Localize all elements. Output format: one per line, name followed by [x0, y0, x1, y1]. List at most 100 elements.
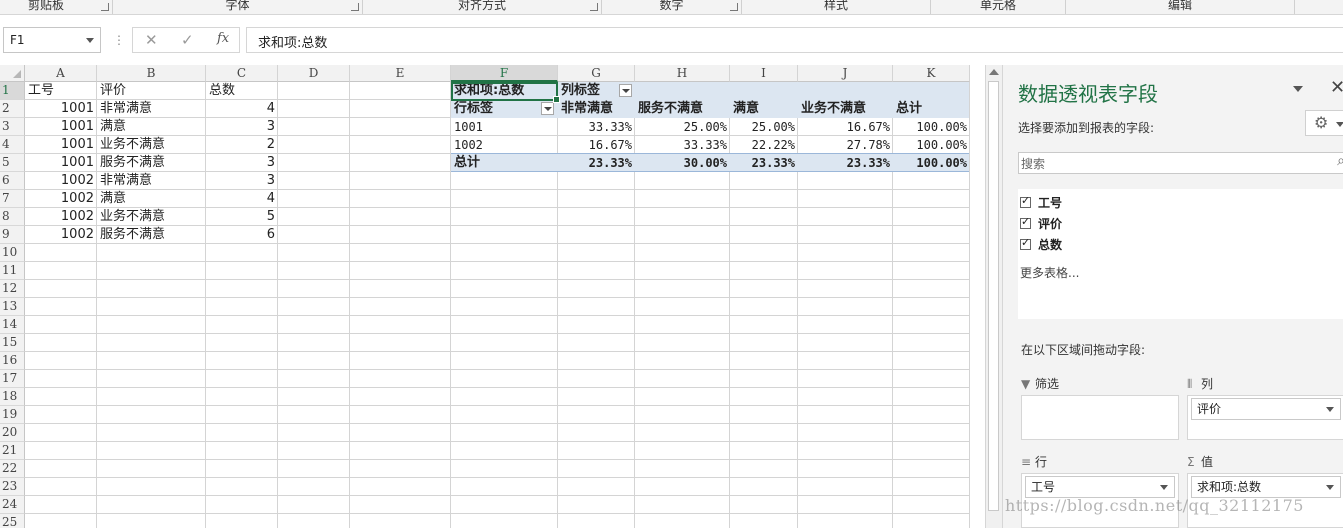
pivot-row-label[interactable]: 行标签 — [451, 100, 541, 118]
row-header[interactable]: 25 — [0, 514, 25, 528]
values-field-pill[interactable]: 求和项:总数 — [1191, 476, 1341, 498]
enter-icon[interactable]: ✓ — [181, 31, 194, 49]
column-header-j[interactable]: J — [798, 65, 893, 82]
vertical-scrollbar[interactable] — [985, 65, 1002, 528]
pivot-total-cell[interactable]: 30.00% — [635, 154, 730, 172]
pivot-total-cell[interactable]: 23.33% — [558, 154, 635, 172]
cell[interactable]: 1001 — [25, 118, 97, 136]
cell[interactable]: 满意 — [97, 118, 206, 136]
cell[interactable]: 3 — [206, 118, 278, 136]
row-header[interactable]: 20 — [0, 424, 25, 442]
row-header[interactable]: 14 — [0, 316, 25, 334]
cell[interactable]: 1002 — [25, 226, 97, 244]
column-header-h[interactable]: H — [635, 65, 730, 82]
cell[interactable]: 2 — [206, 136, 278, 154]
cell[interactable]: 6 — [206, 226, 278, 244]
cell[interactable]: 3 — [206, 172, 278, 190]
pivot-value-cell[interactable]: 22.22% — [730, 136, 798, 154]
cell-header[interactable]: 总数 — [206, 82, 278, 100]
checkbox-checked-icon[interactable] — [1020, 236, 1031, 250]
columns-field-pill[interactable]: 评价 — [1191, 398, 1341, 420]
row-header[interactable]: 17 — [0, 370, 25, 388]
filter-drop-area[interactable] — [1021, 395, 1179, 440]
scroll-up-icon[interactable] — [989, 69, 999, 75]
pivot-row-item[interactable]: 1002 — [451, 136, 558, 154]
row-filter-dropdown-icon[interactable] — [541, 102, 554, 115]
cell[interactable]: 1001 — [25, 100, 97, 118]
pivot-value-cell[interactable]: 16.67% — [558, 136, 635, 154]
pivot-total-cell[interactable]: 23.33% — [798, 154, 893, 172]
columns-drop-area[interactable]: 评价 — [1187, 395, 1343, 440]
row-header[interactable]: 12 — [0, 280, 25, 298]
column-header-g[interactable]: G — [558, 65, 635, 82]
dialog-launcher-icon[interactable] — [351, 3, 359, 11]
row-header[interactable]: 2 — [0, 100, 25, 118]
dialog-launcher-icon[interactable] — [101, 3, 109, 11]
select-all-corner[interactable] — [0, 65, 25, 82]
row-header[interactable]: 4 — [0, 136, 25, 154]
row-header[interactable]: 8 — [0, 208, 25, 226]
row-header[interactable]: 5 — [0, 154, 25, 172]
column-header-b[interactable]: B — [97, 65, 206, 82]
pivot-value-cell[interactable]: 100.00% — [893, 136, 970, 154]
row-header[interactable]: 10 — [0, 244, 25, 262]
row-header[interactable]: 16 — [0, 352, 25, 370]
cell[interactable]: 服务不满意 — [97, 226, 206, 244]
cell[interactable]: 满意 — [97, 190, 206, 208]
pivot-value-cell[interactable]: 33.33% — [635, 136, 730, 154]
search-input[interactable]: 搜索 ⌕ — [1018, 152, 1343, 174]
cell[interactable]: 5 — [206, 208, 278, 226]
pivot-grand-total-label[interactable]: 总计 — [451, 154, 558, 172]
chevron-down-icon[interactable] — [1293, 86, 1303, 92]
cell[interactable]: 3 — [206, 154, 278, 172]
worksheet-grid[interactable]: A B C D E F G H I J K 1 2 3 4 5 6 7 8 9 … — [0, 65, 985, 528]
row-header[interactable]: 1 — [0, 82, 25, 100]
row-header[interactable]: 19 — [0, 406, 25, 424]
column-header-e[interactable]: E — [350, 65, 451, 82]
cell[interactable]: 4 — [206, 100, 278, 118]
row-header[interactable]: 24 — [0, 496, 25, 514]
dialog-launcher-icon[interactable] — [590, 3, 598, 11]
column-header-a[interactable]: A — [25, 65, 97, 82]
cancel-icon[interactable]: ✕ — [145, 31, 158, 49]
pivot-column-header[interactable]: 服务不满意 — [635, 100, 730, 118]
insert-function-icon[interactable]: fx — [217, 31, 229, 46]
search-icon[interactable]: ⌕ — [1337, 153, 1343, 169]
row-header[interactable]: 13 — [0, 298, 25, 316]
pivot-row-item[interactable]: 1001 — [451, 118, 558, 136]
column-header-i[interactable]: I — [730, 65, 798, 82]
cell[interactable]: 非常满意 — [97, 172, 206, 190]
pivot-value-cell[interactable]: 100.00% — [893, 118, 970, 136]
cell[interactable]: 1001 — [25, 136, 97, 154]
name-box[interactable]: F1 — [3, 27, 101, 53]
formula-input[interactable]: 求和项:总数 — [246, 27, 1343, 53]
pivot-column-header[interactable]: 总计 — [893, 100, 970, 118]
field-item-gonghao[interactable]: 工号 — [1020, 194, 1062, 211]
column-header-d[interactable]: D — [278, 65, 350, 82]
cell[interactable]: 1002 — [25, 208, 97, 226]
pivot-column-header[interactable]: 非常满意 — [558, 100, 635, 118]
cell[interactable]: 非常满意 — [97, 100, 206, 118]
row-header[interactable]: 11 — [0, 262, 25, 280]
pivot-column-header[interactable]: 业务不满意 — [798, 100, 893, 118]
row-header[interactable]: 15 — [0, 334, 25, 352]
pivot-value-cell[interactable]: 16.67% — [798, 118, 893, 136]
formula-bar-grip-icon[interactable]: ⋮ — [113, 33, 125, 47]
cell[interactable]: 服务不满意 — [97, 154, 206, 172]
field-item-pingjia[interactable]: 评价 — [1020, 215, 1062, 232]
row-header[interactable]: 9 — [0, 226, 25, 244]
pivot-value-cell[interactable]: 27.78% — [798, 136, 893, 154]
row-header[interactable]: 18 — [0, 388, 25, 406]
pivot-total-cell[interactable]: 23.33% — [730, 154, 798, 172]
row-header[interactable]: 6 — [0, 172, 25, 190]
pivot-value-cell[interactable]: 33.33% — [558, 118, 635, 136]
checkbox-checked-icon[interactable] — [1020, 215, 1031, 229]
column-filter-dropdown-icon[interactable] — [619, 84, 632, 97]
cell[interactable]: 1002 — [25, 172, 97, 190]
field-item-zongshu[interactable]: 总数 — [1020, 236, 1062, 253]
scroll-thumb[interactable] — [988, 81, 999, 511]
cell-header[interactable]: 工号 — [25, 82, 97, 100]
cell[interactable]: 业务不满意 — [97, 208, 206, 226]
column-header-f[interactable]: F — [451, 65, 558, 82]
rows-field-pill[interactable]: 工号 — [1025, 476, 1175, 498]
